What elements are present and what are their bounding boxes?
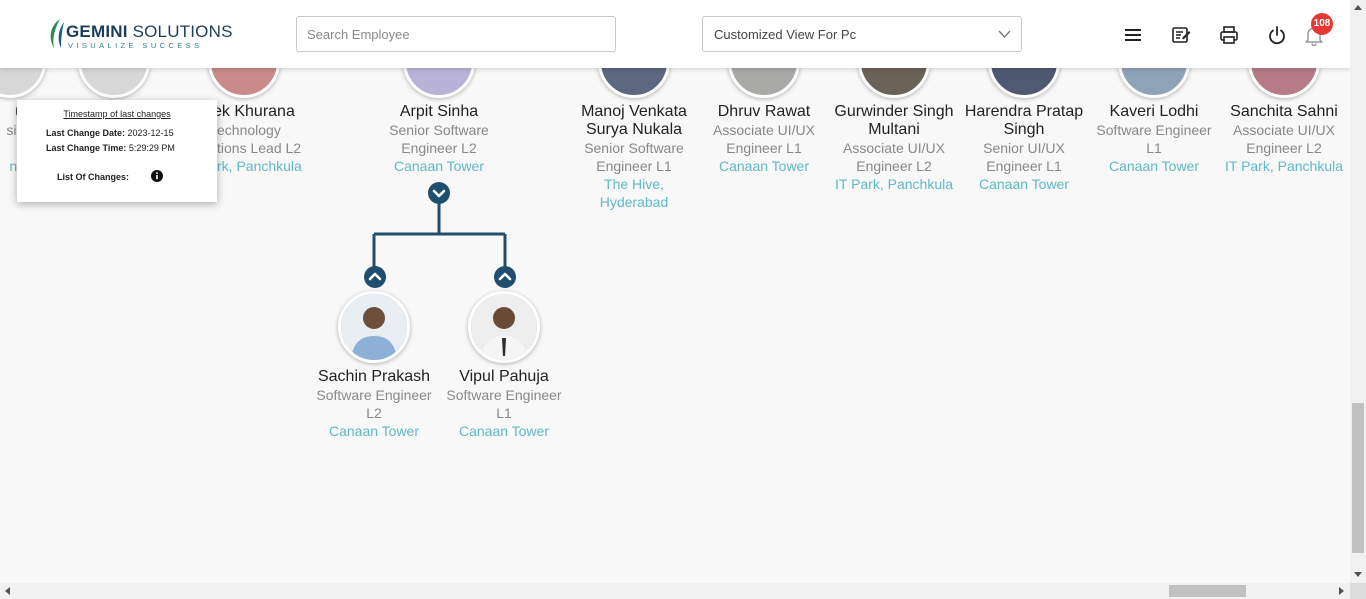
view-select-dropdown[interactable]: Customized View For Pc [702, 16, 1022, 52]
scrollbar-corner [1350, 583, 1366, 599]
horizontal-scroll-thumb[interactable] [1169, 585, 1246, 597]
chevron-down-icon [432, 189, 446, 198]
go-to-manager-button[interactable] [494, 266, 516, 288]
scroll-left-arrow-icon[interactable] [5, 587, 10, 595]
employee-role: L2 [366, 405, 382, 421]
employee-card[interactable]: Sachin Prakash Software Engineer L2 Cana… [309, 368, 439, 440]
org-chart-viewport[interactable]: uk sine L2 nch ek Khurana echnology tion… [0, 0, 1350, 583]
power-icon[interactable] [1266, 24, 1288, 46]
employee-location: Canaan Tower [328, 423, 420, 439]
vertical-scrollbar[interactable] [1350, 0, 1366, 583]
top-header: GEMINI SOLUTIONS VISUALIZE SUCCESS Custo… [0, 0, 1350, 68]
tooltip-title: Timestamp of last changes [63, 109, 171, 119]
logo-tagline: VISUALIZE SUCCESS [68, 41, 203, 50]
view-select-value: Customized View For Pc [714, 27, 857, 42]
employee-role: L1 [496, 405, 512, 421]
vertical-scroll-thumb[interactable] [1352, 403, 1364, 553]
employee-role: Software Engineer [446, 387, 562, 403]
edit-note-icon[interactable] [1170, 24, 1192, 46]
last-change-date-row: Last Change Date: 2023-12-15 [46, 128, 174, 138]
list-of-changes-label: List Of Changes: [57, 172, 130, 182]
search-employee-input[interactable] [296, 16, 616, 52]
employee-avatar[interactable] [338, 291, 410, 363]
scroll-down-arrow-icon[interactable] [1354, 572, 1362, 577]
change-timestamp-tooltip: Timestamp of last changes Last Change Da… [17, 100, 217, 202]
employee-avatar[interactable] [468, 291, 540, 363]
collapse-toggle-button[interactable] [428, 182, 450, 204]
gemini-leaf-icon [50, 19, 64, 48]
employee-location: Canaan Tower [458, 423, 550, 439]
last-change-time-label: Last Change Time: [46, 143, 127, 153]
info-icon[interactable] [151, 170, 163, 182]
last-change-time-value: 5:29:29 PM [128, 143, 175, 153]
go-to-manager-button[interactable] [364, 266, 386, 288]
chevron-up-icon [368, 272, 382, 281]
notification-count-badge[interactable]: 108 [1311, 13, 1333, 35]
person-photo-icon [471, 294, 537, 360]
org-connector-lines [372, 200, 507, 270]
chevron-down-icon [998, 30, 1011, 38]
last-change-time-row: Last Change Time: 5:29:29 PM [46, 143, 175, 153]
horizontal-scrollbar[interactable] [0, 583, 1350, 599]
printer-icon[interactable] [1218, 24, 1240, 46]
employee-card[interactable]: Vipul Pahuja Software Engineer L1 Canaan… [439, 368, 569, 440]
employee-name: Sachin Prakash [317, 368, 431, 385]
scroll-up-arrow-icon[interactable] [1354, 5, 1362, 10]
last-change-date-label: Last Change Date: [46, 128, 126, 138]
chevron-up-icon [498, 272, 512, 281]
scroll-right-arrow-icon[interactable] [1339, 587, 1344, 595]
list-of-changes-row: List Of Changes: [57, 172, 129, 182]
logo-brand: GEMINI SOLUTIONS [66, 22, 233, 41]
company-logo[interactable]: GEMINI SOLUTIONS VISUALIZE SUCCESS [46, 18, 232, 50]
employee-role: Software Engineer [316, 387, 432, 403]
last-change-date-value: 2023-12-15 [127, 128, 174, 138]
person-photo-icon [341, 294, 407, 360]
menu-icon[interactable] [1122, 24, 1144, 46]
employee-name: Vipul Pahuja [459, 368, 549, 385]
